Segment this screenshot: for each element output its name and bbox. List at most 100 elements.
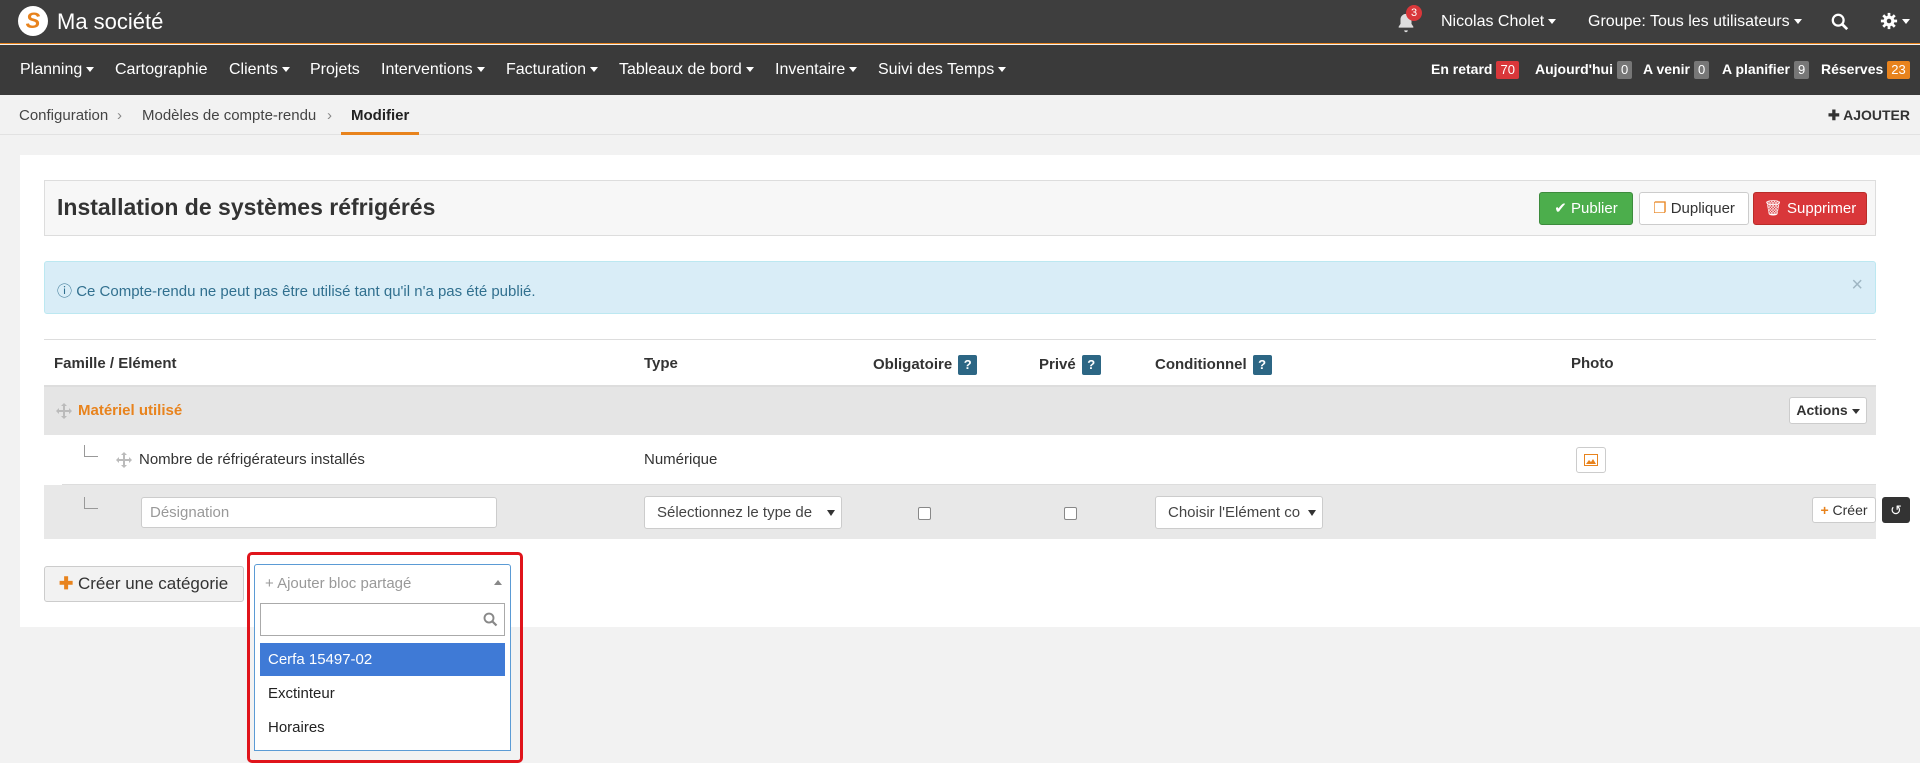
copy-icon: ❐ bbox=[1653, 200, 1667, 217]
element-row: Nombre de réfrigérateurs installés Numér… bbox=[62, 435, 1876, 485]
move-icon[interactable] bbox=[116, 452, 132, 468]
type-select[interactable]: Sélectionnez le type de bbox=[644, 496, 842, 529]
plus-icon: + bbox=[1820, 502, 1829, 518]
chevron-down-icon bbox=[590, 67, 599, 73]
company-name[interactable]: Ma société bbox=[57, 9, 163, 35]
active-crumb-underline bbox=[341, 132, 419, 135]
gear-icon bbox=[1880, 12, 1898, 30]
stat-count: 0 bbox=[1693, 61, 1710, 79]
chevron-down-icon bbox=[281, 67, 290, 73]
col-type[interactable]: Type bbox=[644, 355, 678, 372]
stat-reserves[interactable]: Réserves 23 bbox=[1821, 61, 1910, 79]
undo-icon[interactable]: ↺ bbox=[1882, 497, 1910, 523]
tree-line bbox=[84, 445, 98, 457]
user-menu[interactable]: Nicolas Cholet bbox=[1441, 13, 1557, 31]
chevron-down-icon bbox=[827, 510, 835, 516]
stat-en-retard[interactable]: En retard 70 bbox=[1431, 61, 1519, 79]
move-icon[interactable] bbox=[56, 403, 72, 419]
element-select[interactable]: Choisir l'Elément co bbox=[1155, 496, 1323, 529]
duplicate-button[interactable]: ❐ Dupliquer bbox=[1639, 192, 1749, 225]
nav-suivi-des-temps[interactable]: Suivi des Temps bbox=[878, 61, 1007, 79]
app-logo[interactable]: S bbox=[18, 6, 48, 36]
designation-input[interactable]: Désignation bbox=[141, 497, 497, 528]
nav-label: Tableaux de bord bbox=[619, 61, 742, 78]
col-obligatoire[interactable]: Obligatoire? bbox=[873, 355, 978, 375]
obligatoire-checkbox[interactable] bbox=[918, 507, 931, 520]
stat-count: 9 bbox=[1793, 61, 1810, 79]
category-name[interactable]: Matériel utilisé bbox=[78, 402, 182, 419]
stat-label: Réserves bbox=[1821, 61, 1884, 77]
highlight-box bbox=[247, 552, 523, 763]
actions-button[interactable]: Actions bbox=[1789, 397, 1867, 424]
col-famille[interactable]: Famille / Elément bbox=[54, 355, 177, 372]
create-category-button[interactable]: ✚ Créer une catégorie bbox=[44, 566, 244, 602]
stat-count: 70 bbox=[1496, 61, 1519, 79]
stat-a-venir[interactable]: A venir 0 bbox=[1643, 61, 1710, 79]
title-bar: Installation de systèmes réfrigérés ✔ Pu… bbox=[44, 180, 1876, 236]
chevron-down-icon bbox=[476, 67, 485, 73]
search-icon[interactable] bbox=[1831, 13, 1849, 31]
plus-icon: ✚ bbox=[59, 574, 74, 593]
plus-icon: ✚ bbox=[1827, 107, 1840, 123]
nav-inventaire[interactable]: Inventaire bbox=[775, 61, 858, 79]
stat-aujourdhui[interactable]: Aujourd'hui 0 bbox=[1535, 61, 1633, 79]
help-icon[interactable]: ? bbox=[1081, 355, 1101, 375]
add-label: AJOUTER bbox=[1843, 107, 1910, 123]
nav-cartographie[interactable]: Cartographie bbox=[115, 61, 208, 79]
stat-label: A planifier bbox=[1722, 61, 1790, 77]
col-label: Obligatoire bbox=[873, 355, 953, 373]
publish-button[interactable]: ✔ Publier bbox=[1539, 192, 1633, 225]
stat-label: Aujourd'hui bbox=[1535, 61, 1613, 77]
chevron-down-icon bbox=[1851, 408, 1860, 414]
breadcrumb-modifier: Modifier bbox=[351, 107, 410, 124]
top-bar: S Ma société 3 Nicolas Cholet Groupe: To… bbox=[0, 0, 1920, 44]
breadcrumb-configuration[interactable]: Configuration bbox=[19, 107, 108, 124]
delete-button[interactable]: 🗑 Supprimer bbox=[1753, 192, 1867, 225]
stat-a-planifier[interactable]: A planifier 9 bbox=[1722, 61, 1810, 79]
breadcrumb-modeles[interactable]: Modèles de compte-rendu bbox=[142, 107, 316, 124]
nav-interventions[interactable]: Interventions bbox=[381, 61, 485, 79]
close-icon[interactable]: × bbox=[1851, 274, 1863, 297]
nav-clients[interactable]: Clients bbox=[229, 61, 290, 79]
alert-text: Ce Compte-rendu ne peut pas être utilisé… bbox=[76, 283, 536, 300]
nav-tableaux-de-bord[interactable]: Tableaux de bord bbox=[619, 61, 754, 79]
stat-label: En retard bbox=[1431, 61, 1493, 77]
chevron-right-icon: › bbox=[327, 107, 332, 124]
nav-label: Clients bbox=[229, 61, 278, 78]
prive-checkbox[interactable] bbox=[1064, 507, 1077, 520]
actions-label: Actions bbox=[1796, 402, 1848, 418]
nav-label: Interventions bbox=[381, 61, 473, 78]
nav-facturation[interactable]: Facturation bbox=[506, 61, 599, 79]
element-name[interactable]: Nombre de réfrigérateurs installés bbox=[139, 451, 365, 468]
col-photo[interactable]: Photo bbox=[1571, 355, 1614, 372]
new-element-row: Désignation Sélectionnez le type de Choi… bbox=[44, 485, 1910, 539]
group-name: Groupe: Tous les utilisateurs bbox=[1588, 13, 1790, 30]
element-select-value: Choisir l'Elément co bbox=[1168, 504, 1301, 521]
chevron-down-icon bbox=[1902, 18, 1910, 24]
chevron-down-icon bbox=[745, 67, 754, 73]
group-menu[interactable]: Groupe: Tous les utilisateurs bbox=[1588, 13, 1802, 31]
category-row: Matériel utilisé Actions bbox=[44, 387, 1876, 435]
col-label: Conditionnel bbox=[1155, 355, 1247, 373]
chevron-down-icon bbox=[86, 67, 95, 73]
nav-label: Facturation bbox=[506, 61, 587, 78]
nav-label: Projets bbox=[310, 61, 360, 78]
stat-count: 23 bbox=[1887, 61, 1910, 79]
chevron-down-icon bbox=[849, 67, 858, 73]
notification-badge: 3 bbox=[1406, 5, 1422, 21]
stat-label: A venir bbox=[1643, 61, 1690, 77]
photo-button[interactable] bbox=[1576, 447, 1606, 473]
col-label: Privé bbox=[1039, 355, 1076, 373]
help-icon[interactable]: ? bbox=[1252, 355, 1272, 375]
type-select-value: Sélectionnez le type de bbox=[657, 504, 813, 521]
col-conditionnel[interactable]: Conditionnel? bbox=[1155, 355, 1272, 375]
check-icon: ✔ bbox=[1554, 200, 1567, 217]
settings-menu[interactable] bbox=[1880, 12, 1910, 30]
help-icon[interactable]: ? bbox=[958, 355, 978, 375]
add-button[interactable]: ✚ AJOUTER bbox=[1828, 107, 1910, 124]
create-category-label: Créer une catégorie bbox=[77, 574, 229, 593]
nav-planning[interactable]: Planning bbox=[20, 61, 95, 79]
create-element-button[interactable]: + Créer bbox=[1812, 497, 1876, 523]
col-prive[interactable]: Privé? bbox=[1039, 355, 1101, 375]
nav-projets[interactable]: Projets bbox=[310, 61, 360, 79]
